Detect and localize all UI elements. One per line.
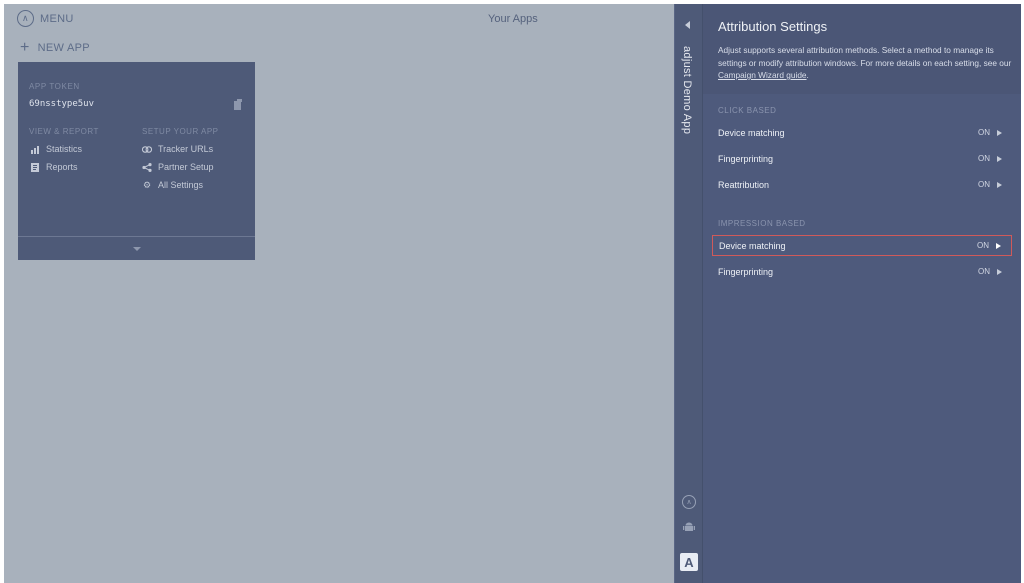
- state-text: ON: [977, 241, 989, 250]
- partner-setup-label: Partner Setup: [158, 162, 214, 172]
- app-card: APP TOKEN 69nsstype5uv VIEW & REPORT SET…: [18, 62, 255, 260]
- statistics-label: Statistics: [46, 144, 83, 154]
- click-device-matching-row[interactable]: Device matching ON: [712, 122, 1012, 143]
- app-sidebar: adjust Demo App ∧ A: [674, 4, 702, 583]
- app-frame: ∧ MENU Your Apps + NEW APP APP TOKEN 69n…: [4, 4, 1021, 583]
- share-icon: [142, 162, 152, 172]
- tracker-urls-link[interactable]: Tracker URLs: [142, 144, 213, 154]
- adjust-logo-icon: ∧: [17, 10, 34, 27]
- row-state: ON: [978, 267, 1002, 276]
- row-label: Device matching: [719, 240, 786, 251]
- row-state: ON: [978, 128, 1002, 137]
- chevron-right-icon: [997, 268, 1002, 275]
- state-text: ON: [978, 180, 990, 189]
- app-token-value: 69nsstype5uv: [29, 99, 95, 109]
- menu-button[interactable]: ∧ MENU: [17, 10, 74, 27]
- all-settings-link[interactable]: ⚙ All Settings: [142, 179, 204, 191]
- impression-based-label: IMPRESSION BASED: [718, 219, 806, 228]
- document-icon: [30, 162, 40, 172]
- adjust-logo-icon[interactable]: ∧: [682, 495, 696, 509]
- setup-app-label: SETUP YOUR APP: [142, 127, 219, 136]
- impression-fingerprinting-row[interactable]: Fingerprinting ON: [712, 261, 1012, 282]
- apps-dashboard: ∧ MENU Your Apps + NEW APP APP TOKEN 69n…: [4, 4, 674, 583]
- description-end: .: [806, 70, 809, 80]
- impression-device-matching-row[interactable]: Device matching ON: [712, 235, 1012, 256]
- link-icon: [142, 144, 152, 154]
- reports-label: Reports: [46, 162, 78, 172]
- row-label: Fingerprinting: [718, 266, 774, 277]
- chevron-right-icon: [997, 181, 1002, 188]
- gear-icon: ⚙: [142, 179, 152, 190]
- new-app-button[interactable]: + NEW APP: [20, 39, 90, 56]
- menu-label: MENU: [40, 12, 74, 25]
- row-state: ON: [978, 180, 1002, 189]
- plus-icon: +: [20, 39, 30, 56]
- page-title: Your Apps: [488, 13, 538, 25]
- android-icon[interactable]: [682, 520, 696, 534]
- view-report-label: VIEW & REPORT: [29, 127, 99, 136]
- state-text: ON: [978, 128, 990, 137]
- row-state: ON: [977, 241, 1001, 250]
- all-settings-label: All Settings: [158, 180, 204, 190]
- description-text: Adjust supports several attribution meth…: [718, 45, 1012, 68]
- click-reattribution-row[interactable]: Reattribution ON: [712, 174, 1012, 195]
- app-token-label: APP TOKEN: [29, 82, 80, 91]
- chevron-down-icon: [132, 246, 141, 251]
- panel-description: Adjust supports several attribution meth…: [718, 44, 1012, 82]
- panel-title: Attribution Settings: [718, 19, 828, 34]
- chevron-right-icon: [996, 242, 1001, 249]
- row-label: Device matching: [718, 127, 785, 138]
- row-state: ON: [978, 154, 1002, 163]
- bar-chart-icon: [30, 144, 40, 154]
- attribution-settings-panel: Attribution Settings Adjust supports sev…: [702, 4, 1021, 583]
- row-label: Reattribution: [718, 179, 770, 190]
- adjust-brand-logo[interactable]: A: [680, 553, 698, 571]
- partner-setup-link[interactable]: Partner Setup: [142, 162, 214, 172]
- state-text: ON: [978, 267, 990, 276]
- reports-link[interactable]: Reports: [30, 162, 78, 172]
- chevron-right-icon: [997, 155, 1002, 162]
- row-label: Fingerprinting: [718, 153, 774, 164]
- click-based-label: CLICK BASED: [718, 106, 777, 115]
- collapse-panel-icon[interactable]: [685, 21, 690, 29]
- campaign-wizard-link[interactable]: Campaign Wizard guide: [718, 70, 807, 80]
- expand-card-button[interactable]: [18, 236, 255, 260]
- state-text: ON: [978, 154, 990, 163]
- tracker-urls-label: Tracker URLs: [158, 144, 214, 154]
- app-name: adjust Demo App: [681, 46, 693, 135]
- new-app-label: NEW APP: [37, 42, 90, 54]
- statistics-link[interactable]: Statistics: [30, 144, 82, 154]
- click-fingerprinting-row[interactable]: Fingerprinting ON: [712, 148, 1012, 169]
- copy-icon[interactable]: [234, 99, 244, 110]
- chevron-right-icon: [997, 129, 1002, 136]
